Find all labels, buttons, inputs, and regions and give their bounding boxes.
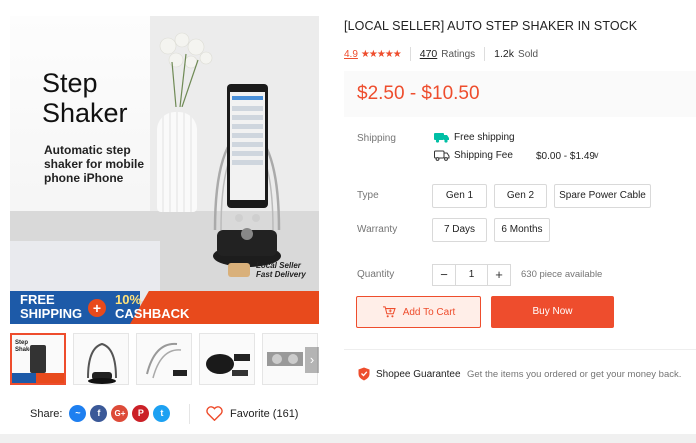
pinterest-icon[interactable]: P — [132, 405, 150, 422]
share-divider — [189, 404, 190, 424]
stock-available: 630 piece available — [521, 269, 603, 280]
flowers-graphic — [159, 32, 213, 107]
guarantee-title: Shopee Guarantee — [376, 368, 461, 380]
hero-title: Step Shaker — [42, 68, 128, 128]
step-shaker-device — [213, 84, 281, 267]
sold-count: 1.2k — [494, 48, 515, 60]
truck-icon — [228, 263, 250, 277]
rating-summary: 4.9 ★★★★★ 470 Ratings 1.2k Sold — [344, 47, 538, 61]
shopee-guarantee: Shopee Guarantee — [358, 367, 461, 381]
quantity-label: Quantity — [357, 269, 395, 280]
thumbnail-1[interactable]: Step Shaker — [10, 333, 66, 385]
type-option-gen2[interactable]: Gen 2 — [494, 184, 547, 208]
buy-now-button[interactable]: Buy Now — [491, 296, 614, 328]
product-page: Step Shaker Automatic step shaker for mo… — [0, 0, 696, 434]
warranty-label: Warranty — [357, 224, 398, 235]
decrease-quantity-button[interactable]: − — [433, 265, 455, 285]
promo-banner: FREE SHIPPING + 10% CASHBACK — [10, 291, 319, 324]
quantity-input[interactable]: 1 — [455, 265, 488, 285]
messenger-icon[interactable]: ~ — [69, 405, 87, 422]
ratings-label: Ratings — [441, 48, 476, 60]
rating-value[interactable]: 4.9 — [344, 49, 358, 60]
price-range: $2.50 - $10.50 — [357, 83, 480, 104]
twitter-icon[interactable]: t — [153, 405, 171, 422]
google-plus-icon[interactable]: G+ — [111, 405, 129, 422]
favorite-button[interactable]: Favorite (161) — [206, 406, 298, 421]
free-shipping-icon — [434, 133, 449, 143]
facebook-icon[interactable]: f — [90, 405, 108, 422]
chevron-down-icon[interactable]: ∨ — [593, 150, 600, 161]
share-row: Share: ~ f G+ P t — [30, 405, 171, 422]
quantity-stepper: − 1 + — [432, 264, 511, 286]
chevron-right-icon[interactable]: › — [305, 347, 319, 373]
thumbnail-4[interactable] — [199, 333, 255, 385]
type-option-spare-cable[interactable]: Spare Power Cable — [554, 184, 651, 208]
type-option-gen1[interactable]: Gen 1 — [432, 184, 487, 208]
shipping-fee-row: Shipping Fee — [434, 150, 513, 161]
shield-icon — [358, 367, 370, 381]
shipping-label: Shipping — [357, 133, 396, 144]
free-shipping-row: Free shipping — [434, 132, 515, 143]
type-label: Type — [357, 190, 379, 201]
plus-icon: + — [88, 299, 106, 317]
thumbnail-strip: Step Shaker › — [10, 331, 319, 387]
heart-icon — [206, 406, 223, 421]
shipping-fee-value[interactable]: $0.00 - $1.49 — [536, 151, 595, 162]
cart-icon — [382, 306, 396, 318]
star-rating-icon: ★★★★★ — [360, 48, 402, 60]
section-divider — [344, 349, 696, 350]
promo-free-shipping: FREE SHIPPING — [20, 292, 83, 321]
ratings-count[interactable]: 470 — [420, 48, 438, 60]
promo-cashback: 10% CASHBACK — [115, 292, 190, 321]
guarantee-text: Get the items you ordered or get your mo… — [467, 369, 682, 380]
truck-icon — [434, 150, 450, 161]
local-seller-badge: Local Seller Fast Delivery — [228, 261, 306, 279]
warranty-option-6-months[interactable]: 6 Months — [494, 218, 550, 242]
share-label: Share: — [30, 407, 63, 420]
increase-quantity-button[interactable]: + — [488, 265, 510, 285]
favorite-label: Favorite (161) — [230, 407, 299, 420]
main-product-image[interactable]: Step Shaker Automatic step shaker for mo… — [10, 16, 319, 324]
product-title: [LOCAL SELLER] AUTO STEP SHAKER IN STOCK — [344, 19, 638, 33]
thumbnail-3[interactable] — [136, 333, 192, 385]
sold-label: Sold — [518, 48, 539, 60]
price-box: $2.50 - $10.50 — [344, 71, 696, 117]
warranty-option-7-days[interactable]: 7 Days — [432, 218, 487, 242]
thumbnail-2[interactable] — [73, 333, 129, 385]
vase-graphic — [157, 112, 197, 212]
hero-subtitle: Automatic step shaker for mobile phone i… — [44, 143, 145, 185]
add-to-cart-button[interactable]: Add To Cart — [356, 296, 481, 328]
